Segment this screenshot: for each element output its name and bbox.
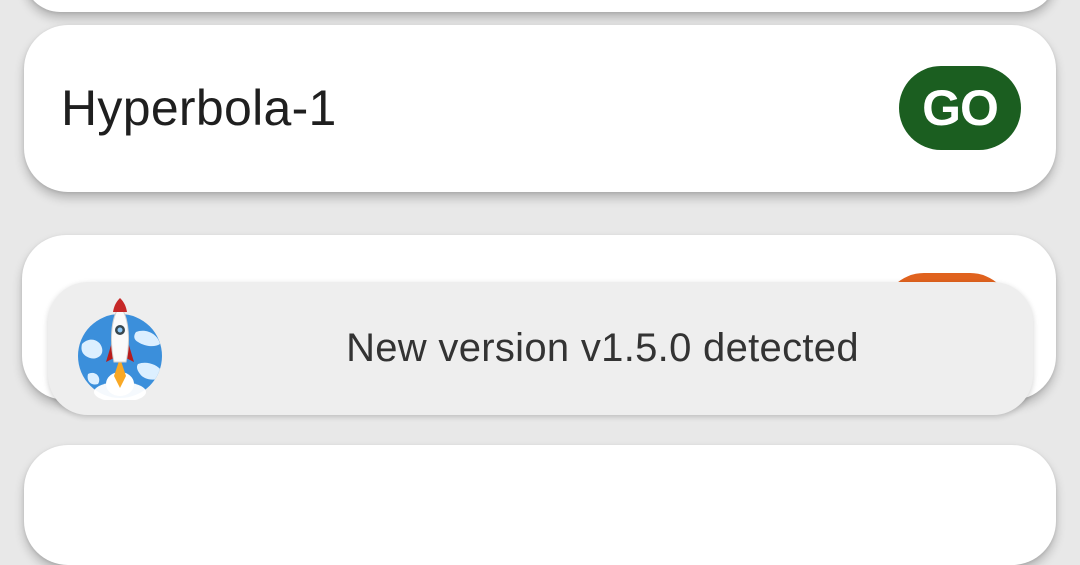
server-name: Hyperbola-1 bbox=[61, 80, 337, 136]
server-card-previous[interactable] bbox=[24, 0, 1056, 12]
update-toast: New version v1.5.0 detected bbox=[48, 282, 1033, 415]
server-card-3[interactable] bbox=[24, 445, 1056, 565]
toast-message: New version v1.5.0 detected bbox=[346, 326, 859, 370]
go-button[interactable]: GO bbox=[899, 66, 1021, 150]
server-card-hyperbola-1[interactable]: Hyperbola-1 GO bbox=[24, 25, 1056, 192]
rocket-globe-icon bbox=[78, 296, 172, 402]
